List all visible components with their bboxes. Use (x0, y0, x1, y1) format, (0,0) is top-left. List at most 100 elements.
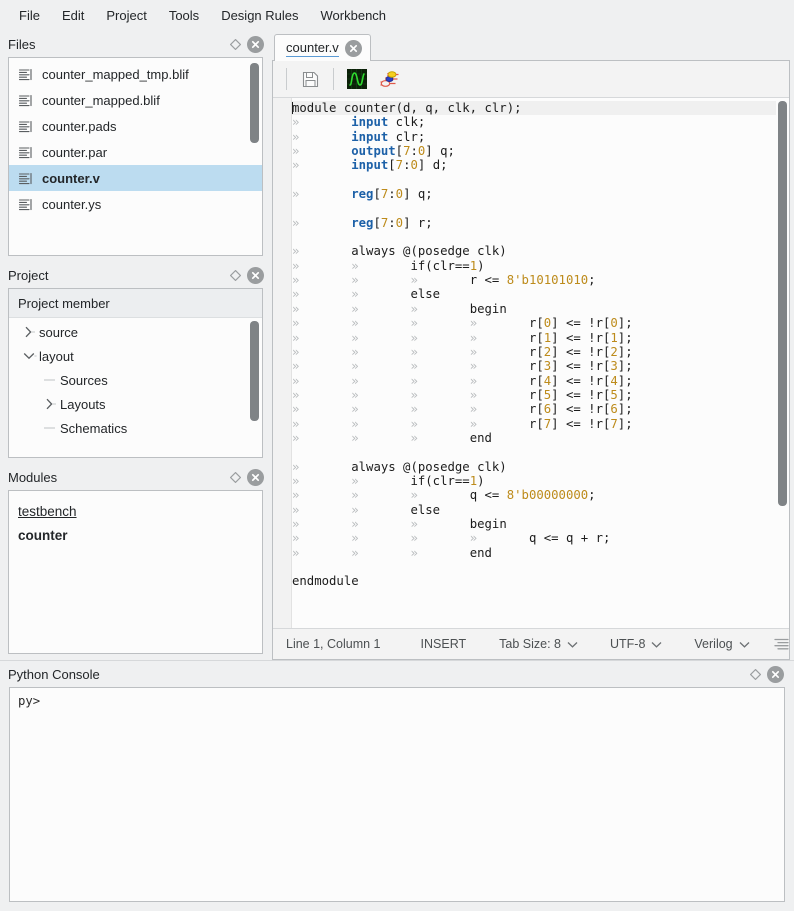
diamond-icon[interactable] (226, 266, 244, 284)
tab-label: counter.v (286, 39, 339, 57)
tab-marker: » (351, 545, 411, 560)
files-scrollbar[interactable] (250, 61, 259, 252)
project-column-header: Project member (9, 289, 262, 318)
schematic-button[interactable] (375, 65, 403, 93)
menu-project[interactable]: Project (95, 4, 157, 27)
chevron-down-icon[interactable] (18, 344, 39, 368)
code-token: : (388, 215, 396, 230)
tab-marker: » (292, 115, 352, 130)
language-selector[interactable]: Verilog (694, 637, 750, 651)
code-token: : (388, 187, 396, 202)
diamond-icon[interactable] (746, 665, 764, 683)
code-text[interactable]: module counter(d, q, clk, clr);» input c… (292, 98, 776, 628)
code-token: ]; (617, 344, 633, 359)
modules-list[interactable]: testbench counter (9, 491, 262, 653)
tab-marker: » (292, 316, 352, 331)
tree-item-sources[interactable]: Sources (9, 368, 262, 392)
tree-item-source[interactable]: source (9, 320, 262, 344)
editor-toolbar (273, 61, 789, 98)
python-console-dock: Python Console py> (0, 660, 794, 911)
close-icon[interactable] (344, 39, 362, 57)
module-item-testbench[interactable]: testbench (18, 499, 262, 523)
tree-item-layout[interactable]: layout (9, 344, 262, 368)
close-icon[interactable] (247, 35, 264, 53)
left-dock-column: Files counter_mapped_tmp.blif counter_map… (0, 31, 270, 660)
tree-item-schematics[interactable]: Schematics (9, 416, 262, 440)
menu-file[interactable]: File (8, 4, 51, 27)
project-dock-title: Project (0, 262, 270, 288)
menu-workbench[interactable]: Workbench (310, 4, 398, 27)
code-token: ; (588, 488, 596, 503)
close-icon[interactable] (767, 665, 784, 683)
code-token: 0 (395, 187, 404, 202)
module-item-counter[interactable]: counter (18, 523, 262, 547)
tab-marker: » (292, 416, 352, 431)
tab-marker: » (469, 359, 529, 374)
code-line: » reg[7:0] r; (292, 216, 776, 230)
code-editor-area[interactable]: module counter(d, q, clk, clr);» input c… (273, 98, 789, 628)
diamond-icon[interactable] (226, 35, 244, 53)
files-list[interactable]: counter_mapped_tmp.blif counter_mapped.bl… (9, 58, 262, 255)
code-line: » input clk; (292, 115, 776, 129)
waveform-button[interactable] (343, 65, 371, 93)
project-scrollbar[interactable] (250, 321, 259, 454)
code-token: input (351, 158, 389, 173)
close-icon[interactable] (247, 266, 264, 284)
editor-gutter[interactable] (273, 98, 292, 628)
tab-size-selector[interactable]: Tab Size: 8 (499, 637, 578, 651)
file-item-label: counter_mapped.blif (42, 92, 160, 108)
project-tree[interactable]: source layout Sources Layouts Schematics (9, 318, 262, 457)
files-scrollbar-thumb[interactable] (250, 63, 259, 143)
menu-edit[interactable]: Edit (51, 4, 95, 27)
tree-item-layouts[interactable]: Layouts (9, 392, 262, 416)
code-token: 8'b00000000 (506, 488, 589, 503)
project-scrollbar-thumb[interactable] (250, 321, 259, 421)
file-item-counter-pads[interactable]: counter.pads (9, 113, 262, 139)
save-button[interactable] (296, 65, 324, 93)
module-item-label: counter (18, 527, 68, 543)
file-item-counter-par[interactable]: counter.par (9, 139, 262, 165)
code-token: 0 (410, 158, 418, 173)
close-icon[interactable] (247, 468, 264, 486)
code-line: » » » » r[5] <= !r[5]; (292, 388, 776, 402)
code-token: r[ (528, 359, 544, 374)
code-token: ]; (617, 402, 633, 417)
chevron-right-icon[interactable] (39, 392, 60, 416)
file-item-counter-v[interactable]: counter.v (9, 165, 262, 191)
console-output[interactable]: py> (9, 687, 785, 902)
language-label: Verilog (694, 637, 733, 651)
tab-marker: » (469, 387, 529, 402)
file-item-counter-ys[interactable]: counter.ys (9, 191, 262, 217)
chevron-down-icon (567, 641, 578, 648)
tab-marker: » (292, 287, 352, 302)
code-line: » » » r <= 8'b10101010; (292, 273, 776, 287)
code-line: » » » » r[2] <= !r[2]; (292, 345, 776, 359)
indent-icon[interactable] (773, 638, 789, 651)
code-token: r[ (528, 344, 544, 359)
code-line: » » » begin (292, 517, 776, 531)
editor-scrollbar[interactable] (778, 101, 787, 625)
code-token: ] <= !r[ (551, 359, 611, 374)
chevron-down-icon (651, 641, 662, 648)
chevron-right-icon[interactable] (18, 320, 39, 344)
tab-marker: » (351, 330, 411, 345)
document-icon (18, 171, 33, 186)
editor-scrollbar-thumb[interactable] (778, 101, 787, 506)
menu-design-rules[interactable]: Design Rules (210, 4, 309, 27)
menu-tools[interactable]: Tools (158, 4, 210, 27)
code-token: 1 (610, 330, 618, 345)
encoding-label: UTF-8 (609, 637, 646, 651)
code-token: [ (373, 187, 381, 202)
code-token: 1 (469, 258, 478, 273)
diamond-icon[interactable] (226, 468, 244, 486)
code-token: endmodule (292, 574, 359, 589)
code-line: » output[7:0] q; (292, 144, 776, 158)
file-item-counter-mapped-blif[interactable]: counter_mapped.blif (9, 87, 262, 113)
tab-marker: » (292, 459, 352, 474)
tab-counter-v[interactable]: counter.v (274, 34, 371, 61)
tab-marker: » (351, 531, 411, 546)
encoding-selector[interactable]: UTF-8 (610, 637, 662, 651)
file-item-counter-mapped-tmp-blif[interactable]: counter_mapped_tmp.blif (9, 61, 262, 87)
